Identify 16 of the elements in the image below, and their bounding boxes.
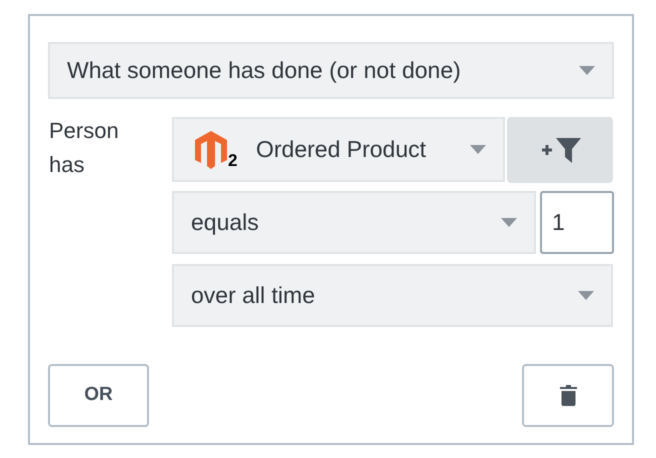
logo-digit: 2 [228,152,238,168]
caret-icon [578,291,594,300]
count-field[interactable]: 1 [540,191,614,254]
operator-select[interactable]: equals [172,191,536,254]
condition-label: Person has [48,117,120,179]
trash-icon [560,385,576,406]
caret-icon [470,145,486,154]
event-select[interactable]: 2 Ordered Product [172,117,505,182]
add-filter-button[interactable] [507,117,613,183]
type-select[interactable]: What someone has done (or not done) [48,42,614,99]
hexagon-logo-icon [194,130,228,170]
or-button[interactable]: OR [48,364,149,427]
timeframe-select[interactable]: over all time [172,264,613,327]
delete-button[interactable] [522,364,614,427]
caret-icon [501,218,517,227]
caret-icon [579,66,595,75]
